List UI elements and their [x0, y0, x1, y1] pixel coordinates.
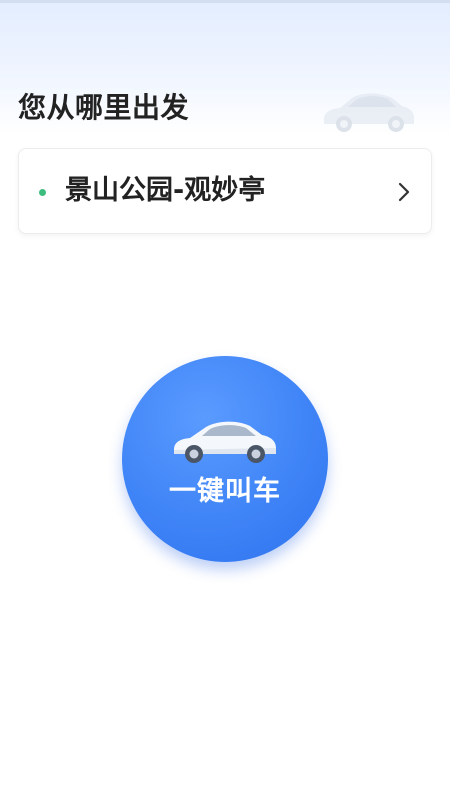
car-icon — [324, 93, 414, 132]
one-tap-call-car-button[interactable]: 一键叫车 — [122, 356, 328, 562]
chevron-right-icon — [398, 182, 410, 202]
origin-location-text: 景山公园-观妙亭 — [65, 175, 266, 206]
page-title: 您从哪里出发 — [18, 91, 190, 124]
origin-selector[interactable]: 景山公园-观妙亭 — [18, 148, 432, 234]
status-bar-divider — [0, 0, 450, 3]
car-icon — [174, 421, 276, 463]
origin-dot-icon — [39, 189, 46, 196]
call-car-label: 一键叫车 — [169, 476, 281, 507]
